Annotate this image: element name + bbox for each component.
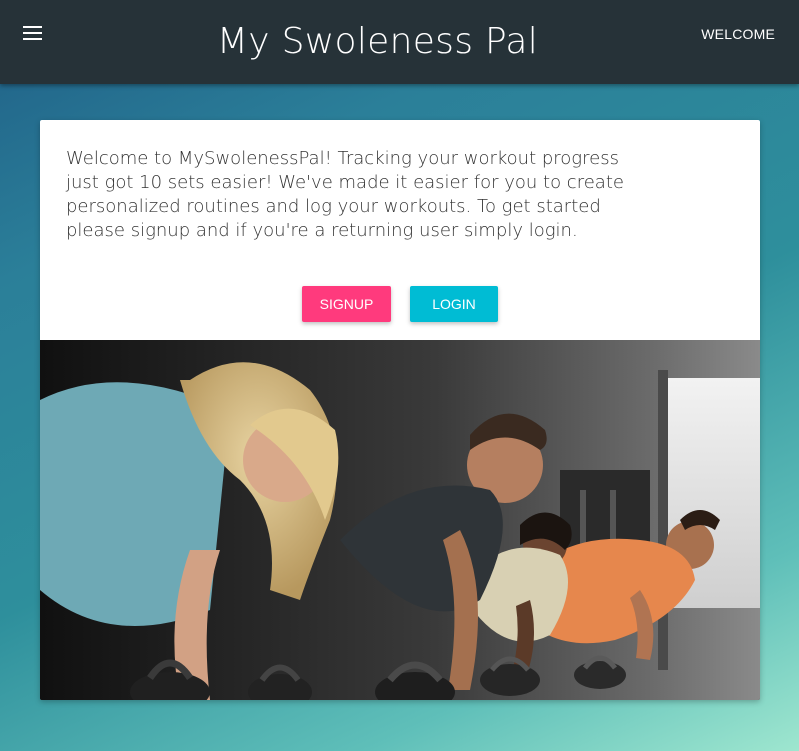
nav-welcome-link[interactable]: WELCOME: [701, 26, 775, 42]
app-bar: My Swoleness Pal WELCOME: [0, 0, 799, 84]
app-title: My Swoleness Pal: [216, 21, 539, 62]
signup-button[interactable]: SIGNUP: [302, 286, 391, 322]
workout-photo-illustration: [40, 340, 760, 700]
hero-workout-photo: [40, 340, 760, 700]
welcome-card: Welcome to MySwolenessPal! Tracking your…: [40, 120, 760, 700]
login-button[interactable]: LOGIN: [410, 286, 498, 322]
welcome-text: Welcome to MySwolenessPal! Tracking your…: [66, 148, 624, 241]
